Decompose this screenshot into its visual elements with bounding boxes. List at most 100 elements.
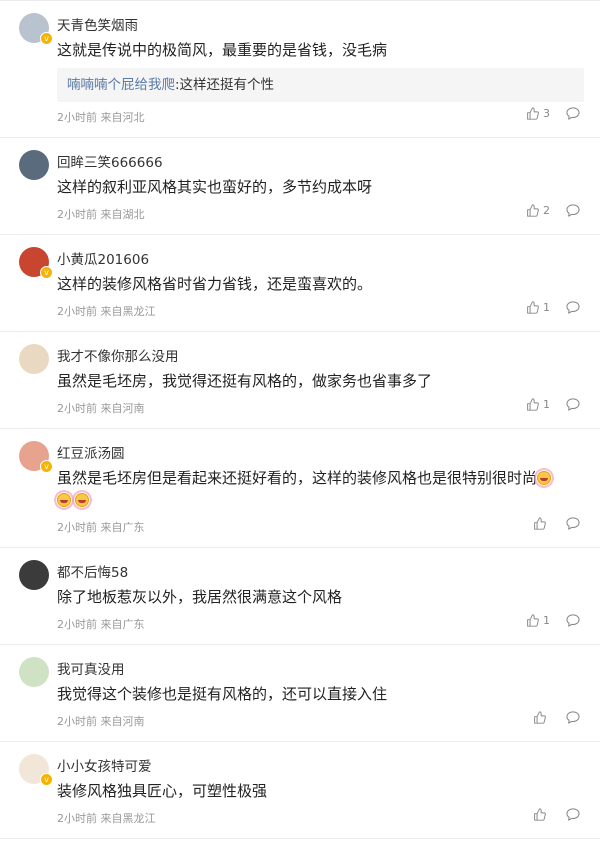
comment-bubble-icon[interactable] <box>566 711 580 724</box>
verified-badge-icon: v <box>40 32 53 45</box>
commenter-name[interactable]: 天青色笑烟雨 <box>57 14 138 34</box>
thumbs-up-icon <box>534 711 546 724</box>
avatar[interactable] <box>19 150 49 180</box>
comment-text: 这样的叙利亚风格其实也蛮好的，多节约成本呀 <box>57 176 572 198</box>
like-button[interactable]: 1 <box>526 301 550 314</box>
comment-item: v 天青色笑烟雨 这就是传说中的极简风，最重要的是省钱，没毛病 喃喃喃个屁给我爬… <box>0 1 600 138</box>
like-button[interactable]: 3 <box>526 107 550 120</box>
avatar-image <box>19 560 49 590</box>
verified-badge-icon: v <box>40 460 53 473</box>
verified-badge-icon: v <box>40 266 53 279</box>
comment-text: 虽然是毛坯房但是看起来还挺好看的，这样的装修风格也是很特别很时尚 <box>54 467 572 511</box>
reply-text: :这样还挺有个性 <box>175 77 275 93</box>
comment-actions <box>533 711 580 724</box>
commenter-name[interactable]: 我可真没用 <box>57 658 125 678</box>
comment-meta: 2小时前 来自河南 <box>57 400 145 416</box>
comment-bubble-icon[interactable] <box>566 614 580 627</box>
quoted-reply[interactable]: 喃喃喃个屁给我爬:这样还挺有个性 <box>57 68 584 102</box>
comment-text-content: 装修风格独具匠心，可塑性极强 <box>57 782 268 800</box>
like-button[interactable]: 1 <box>526 614 550 627</box>
thumbs-up-icon <box>527 301 539 314</box>
comment-text-content: 这样的装修风格省时省力省钱，还是蛮喜欢的。 <box>57 275 373 293</box>
avatar[interactable]: v <box>19 754 53 786</box>
comment-item: v 小黄瓜201606 这样的装修风格省时省力省钱，还是蛮喜欢的。 2小时前 来… <box>0 235 600 332</box>
comment-text: 我觉得这个装修也是挺有风格的，还可以直接入住 <box>57 683 572 705</box>
comment-bubble-icon[interactable] <box>566 517 580 530</box>
flower-emoji-icon <box>54 490 74 510</box>
comment-meta: 2小时前 来自广东 <box>57 616 145 632</box>
commenter-name[interactable]: 都不后悔58 <box>57 561 128 581</box>
comment-location: 来自河北 <box>100 111 145 124</box>
comment-actions <box>533 808 580 821</box>
comment-item: 我才不像你那么没用 虽然是毛坯房，我觉得还挺有风格的，做家务也省事多了 2小时前… <box>0 332 600 429</box>
avatar[interactable]: v <box>19 13 53 45</box>
comment-meta: 2小时前 来自河北 <box>57 109 145 125</box>
comment-text: 这样的装修风格省时省力省钱，还是蛮喜欢的。 <box>57 273 572 295</box>
like-button[interactable] <box>533 711 550 724</box>
comment-time: 2小时前 <box>57 812 97 825</box>
avatar[interactable]: v <box>19 247 53 279</box>
comment-time: 2小时前 <box>57 402 97 415</box>
comment-actions <box>533 517 580 530</box>
comment-text-content: 除了地板惹灰以外，我居然很满意这个风格 <box>57 588 343 606</box>
comment-item: 回眸三笑666666 这样的叙利亚风格其实也蛮好的，多节约成本呀 2小时前 来自… <box>0 138 600 235</box>
commenter-name[interactable]: 回眸三笑666666 <box>57 151 163 171</box>
comment-text-content: 这样的叙利亚风格其实也蛮好的，多节约成本呀 <box>57 178 373 196</box>
comment-text-content: 我觉得这个装修也是挺有风格的，还可以直接入住 <box>57 685 388 703</box>
avatar[interactable] <box>19 657 49 687</box>
comment-text: 除了地板惹灰以外，我居然很满意这个风格 <box>57 586 572 608</box>
like-count: 3 <box>543 107 550 120</box>
commenter-name[interactable]: 小黄瓜201606 <box>57 248 149 268</box>
comment-meta: 2小时前 来自黑龙江 <box>57 810 156 826</box>
comment-bubble-icon[interactable] <box>566 808 580 821</box>
thumbs-up-icon <box>534 808 546 821</box>
comment-bubble-icon[interactable] <box>566 107 580 120</box>
comment-location: 来自湖北 <box>100 208 145 221</box>
avatar[interactable] <box>19 560 49 590</box>
comment-location: 来自广东 <box>100 521 145 534</box>
comment-actions: 1 <box>526 398 580 411</box>
verified-badge-icon: v <box>40 773 53 786</box>
avatar[interactable]: v <box>19 441 53 473</box>
reply-username[interactable]: 喃喃喃个屁给我爬 <box>67 77 175 93</box>
avatar[interactable] <box>19 344 49 374</box>
comment-bubble-icon[interactable] <box>566 204 580 217</box>
comment-time: 2小时前 <box>57 521 97 534</box>
comment-actions: 1 <box>526 301 580 314</box>
comment-location: 来自黑龙江 <box>100 812 156 825</box>
like-button[interactable] <box>533 517 550 530</box>
comment-meta: 2小时前 来自广东 <box>57 519 145 535</box>
comment-location: 来自广东 <box>100 618 145 631</box>
flower-emoji-icon <box>534 468 555 488</box>
comment-meta: 2小时前 来自黑龙江 <box>57 303 156 319</box>
avatar-image <box>19 657 49 687</box>
commenter-name[interactable]: 小小女孩特可爱 <box>57 755 152 775</box>
comment-location: 来自黑龙江 <box>100 305 156 318</box>
comment-actions: 1 <box>526 614 580 627</box>
comment-actions: 2 <box>526 204 580 217</box>
like-button[interactable] <box>533 808 550 821</box>
comment-item: 我可真没用 我觉得这个装修也是挺有风格的，还可以直接入住 2小时前 来自河南 <box>0 645 600 742</box>
comment-list: v 天青色笑烟雨 这就是传说中的极简风，最重要的是省钱，没毛病 喃喃喃个屁给我爬… <box>0 0 600 839</box>
comment-meta: 2小时前 来自湖北 <box>57 206 145 222</box>
comment-text: 装修风格独具匠心，可塑性极强 <box>57 780 572 802</box>
like-count: 1 <box>543 398 550 411</box>
comment-time: 2小时前 <box>57 618 97 631</box>
commenter-name[interactable]: 红豆派汤圆 <box>57 442 125 462</box>
commenter-name[interactable]: 我才不像你那么没用 <box>57 345 179 365</box>
comment-location: 来自河南 <box>100 715 145 728</box>
avatar-image <box>19 344 49 374</box>
comment-bubble-icon[interactable] <box>566 301 580 314</box>
comment-time: 2小时前 <box>57 208 97 221</box>
comment-bubble-icon[interactable] <box>566 398 580 411</box>
like-button[interactable]: 2 <box>526 204 550 217</box>
thumbs-up-icon <box>527 204 539 217</box>
like-button[interactable]: 1 <box>526 398 550 411</box>
like-count: 2 <box>543 204 550 217</box>
comment-text-content: 虽然是毛坯房，我觉得还挺有风格的，做家务也省事多了 <box>57 372 433 390</box>
comment-actions: 3 <box>526 107 580 120</box>
like-count: 1 <box>543 301 550 314</box>
comment-item: v 红豆派汤圆 虽然是毛坯房但是看起来还挺好看的，这样的装修风格也是很特别很时尚… <box>0 429 600 548</box>
comment-item: 都不后悔58 除了地板惹灰以外，我居然很满意这个风格 2小时前 来自广东 1 <box>0 548 600 645</box>
like-count: 1 <box>543 614 550 627</box>
